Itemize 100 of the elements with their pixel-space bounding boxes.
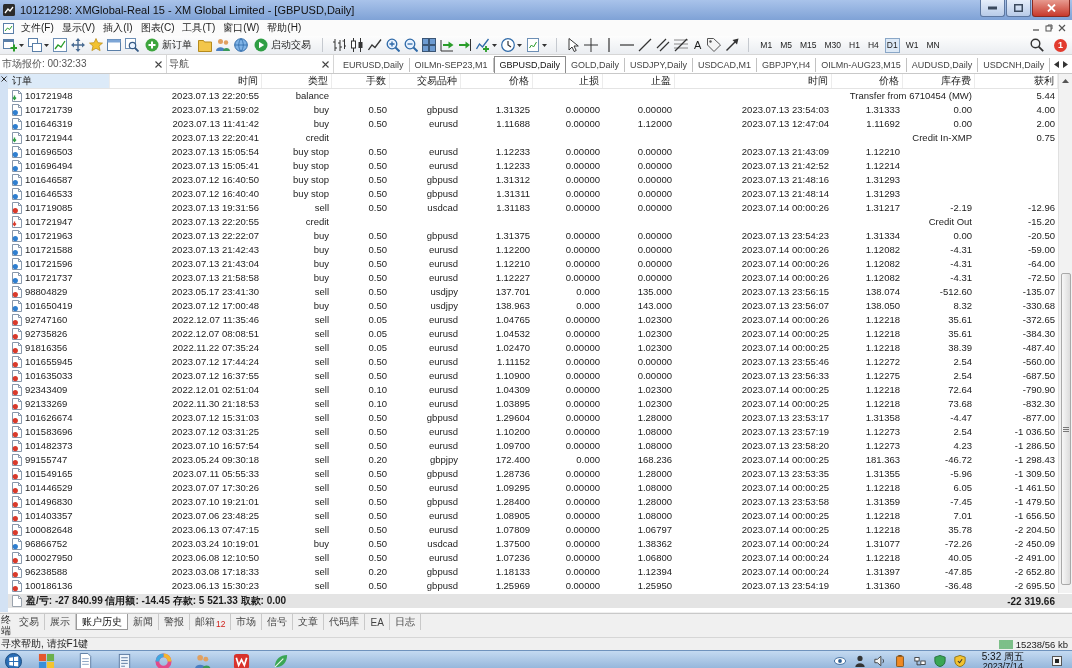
terminal-tab[interactable]: 代码库 <box>324 614 366 630</box>
terminal-tab[interactable]: 信号 <box>262 614 294 630</box>
magnifier-icon[interactable] <box>125 38 139 52</box>
start-orb-icon[interactable] <box>5 652 22 668</box>
terminal-tab[interactable]: 交易 <box>14 614 45 630</box>
chart-tab[interactable]: USDJPY,Daily <box>625 58 693 72</box>
search-icon[interactable] <box>1030 38 1044 52</box>
line-chart-icon[interactable] <box>368 38 382 52</box>
column-header[interactable]: 止盈 <box>603 74 675 88</box>
timeframe-button[interactable]: H1 <box>847 37 862 53</box>
grid-icon[interactable] <box>422 38 436 52</box>
scrollbar-thumb[interactable] <box>1060 273 1071 585</box>
column-header[interactable]: 交易品种 <box>390 74 461 88</box>
people-icon[interactable] <box>216 38 230 52</box>
folder-icon[interactable] <box>198 38 212 52</box>
terminal-tab[interactable]: 文章 <box>293 614 325 630</box>
tag-icon[interactable] <box>707 38 722 52</box>
column-header[interactable]: 库存费 <box>903 74 975 88</box>
windows-icon[interactable] <box>28 38 42 52</box>
globe-icon[interactable] <box>234 38 248 52</box>
cursor-icon[interactable] <box>566 38 580 52</box>
chart-window-icon[interactable] <box>3 22 14 34</box>
star-icon[interactable] <box>89 38 103 52</box>
diagonal-line-icon[interactable] <box>638 38 652 52</box>
arrow-up-icon[interactable] <box>1062 79 1069 83</box>
terminal-tab[interactable]: 警报 <box>159 614 190 630</box>
caret-icon[interactable] <box>19 43 24 47</box>
notepad-icon[interactable] <box>116 652 133 668</box>
caret-icon[interactable] <box>492 43 497 47</box>
column-header[interactable]: 止损 <box>533 74 603 88</box>
menu-item[interactable]: 工具(T) <box>178 21 220 35</box>
terminal-tab[interactable]: 日志 <box>389 614 421 630</box>
window-plus-icon[interactable] <box>3 38 17 52</box>
menu-item[interactable]: 帮助(H) <box>263 21 306 35</box>
timeframe-button[interactable]: H4 <box>865 37 881 53</box>
chart-tab[interactable]: OILMn-AUG23,M15 <box>816 58 907 72</box>
new-order-button[interactable]: 新订单 <box>143 37 194 53</box>
line-plus-icon[interactable] <box>476 38 490 52</box>
minimize-button[interactable] <box>980 0 1005 17</box>
menu-item[interactable]: 窗口(W) <box>219 21 264 35</box>
chart-tab[interactable]: GOLD,Daily <box>566 58 626 72</box>
column-header[interactable]: 价格 <box>832 74 903 88</box>
column-header[interactable]: 时间 <box>675 74 832 88</box>
terminal-tab[interactable]: 账户历史 <box>76 614 128 630</box>
square-icon[interactable] <box>1052 656 1062 666</box>
bar-chart-icon[interactable] <box>332 38 346 52</box>
restore-icon[interactable] <box>1045 24 1053 32</box>
chart-tab[interactable]: USDCAD,M1 <box>692 58 757 72</box>
caret-icon[interactable] <box>44 43 49 47</box>
timeframe-button[interactable]: D1 <box>884 37 900 53</box>
battery-icon[interactable] <box>893 655 906 667</box>
chart-tab[interactable]: EURUSD,Daily <box>338 58 410 72</box>
parallel-lines-icon[interactable] <box>656 38 670 52</box>
shield-icon[interactable] <box>953 655 966 667</box>
levels-line-icon[interactable] <box>674 38 688 52</box>
terminal-tab[interactable]: 新闻 <box>128 614 159 630</box>
caret-icon[interactable] <box>542 43 547 47</box>
text-tool-button[interactable]: A <box>692 39 704 51</box>
timeframe-button[interactable]: M5 <box>778 37 794 53</box>
ring-icon[interactable] <box>155 652 172 668</box>
document-icon[interactable] <box>77 652 94 668</box>
arrow-to-line-icon[interactable] <box>458 38 472 52</box>
clock-icon[interactable] <box>501 38 515 52</box>
chart-tab[interactable]: OILMn-SEP23,M1 <box>409 58 494 72</box>
four-squares-icon[interactable] <box>38 652 55 668</box>
speaker-icon[interactable] <box>873 655 886 667</box>
close-icon[interactable] <box>322 60 329 68</box>
timeframe-button[interactable]: M1 <box>758 37 775 53</box>
people-icon[interactable] <box>194 652 211 668</box>
notification-badge[interactable]: 1 <box>1054 38 1067 52</box>
network-icon[interactable] <box>913 655 926 667</box>
shield-icon[interactable] <box>933 655 946 667</box>
column-header[interactable]: 类型 <box>262 74 332 88</box>
close-icon[interactable] <box>1058 24 1066 32</box>
column-header[interactable]: 价格 <box>461 74 533 88</box>
zoom-out-icon[interactable] <box>404 38 418 52</box>
close-icon[interactable] <box>1 76 7 82</box>
chart-tab[interactable]: USDCNH,Daily <box>978 58 1051 72</box>
timeframe-button[interactable]: M30 <box>822 37 844 53</box>
scrollbar[interactable] <box>1058 74 1072 593</box>
scroll-arrows-icon[interactable] <box>1054 60 1068 68</box>
auto-trading-button[interactable]: 启动交易 <box>252 37 313 53</box>
menu-item[interactable]: 文件(F) <box>17 21 58 35</box>
close-button[interactable] <box>1032 0 1070 17</box>
terminal-tab[interactable]: 市场 <box>231 614 263 630</box>
terminal-tab[interactable]: EA <box>365 614 390 630</box>
column-header[interactable]: 订单 <box>8 74 110 88</box>
menu-item[interactable]: 插入(I) <box>99 21 137 35</box>
timeframe-button[interactable]: W1 <box>903 37 921 53</box>
chart-tab[interactable]: GBPJPY,H4 <box>756 58 817 72</box>
leaf-icon[interactable] <box>272 652 289 668</box>
column-header[interactable]: 时间 <box>110 74 262 88</box>
candlestick-icon[interactable] <box>350 38 364 52</box>
menu-item[interactable]: 图表(C) <box>136 21 179 35</box>
menu-item[interactable]: 显示(V) <box>57 21 100 35</box>
arrow-icon[interactable] <box>725 38 740 52</box>
move-arrows-icon[interactable] <box>71 38 85 52</box>
zoom-in-icon[interactable] <box>386 38 400 52</box>
close-icon[interactable] <box>155 60 162 68</box>
maximize-button[interactable] <box>1006 0 1031 17</box>
